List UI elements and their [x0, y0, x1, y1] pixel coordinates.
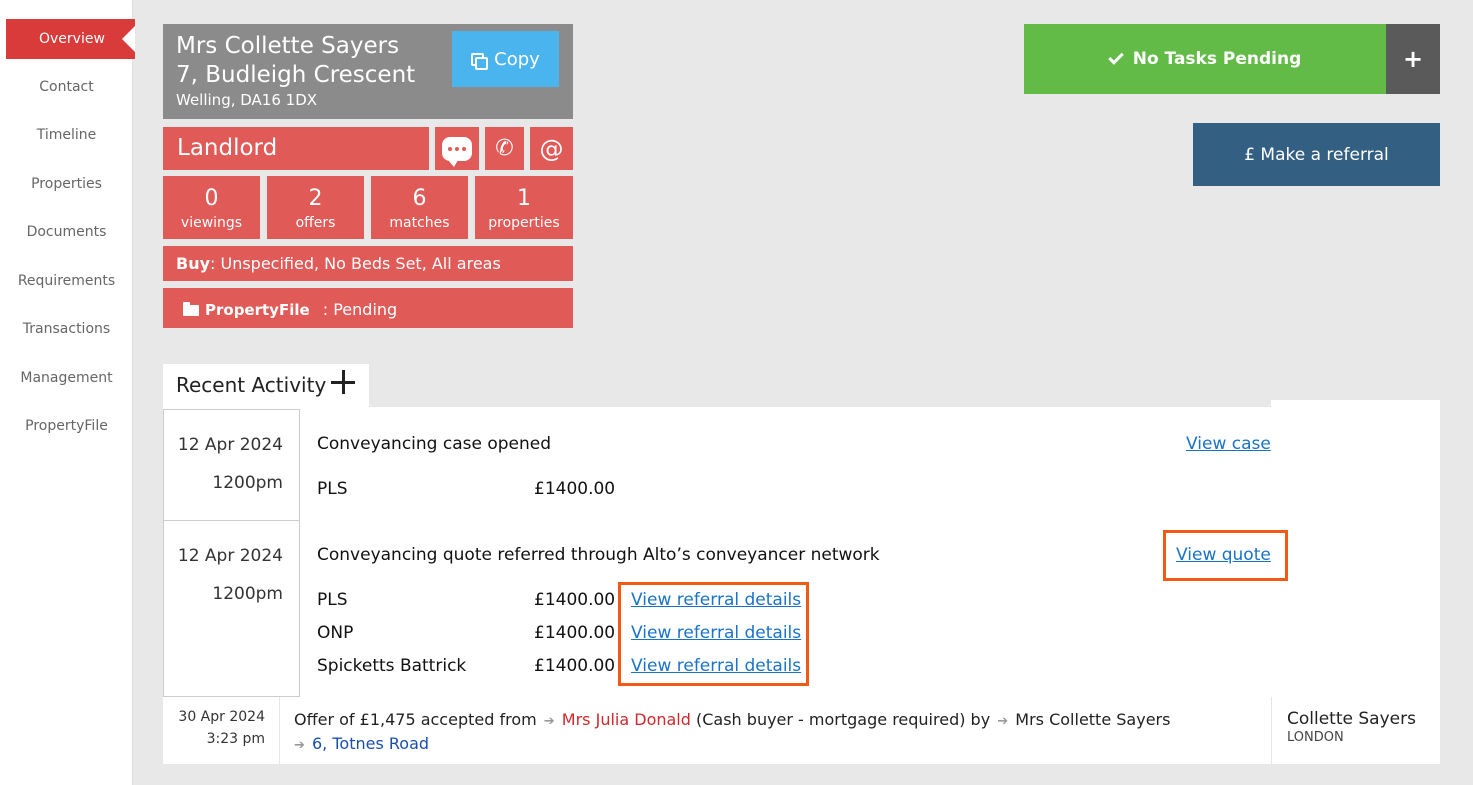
sidebar-item-label: Timeline: [36, 127, 97, 143]
offer-date: 30 Apr 2024: [178, 709, 265, 725]
firm-name: PLS: [317, 479, 348, 499]
sidebar-item-label: Contact: [39, 79, 94, 95]
view-quote-link[interactable]: View quote: [1176, 545, 1271, 565]
sidebar-item-label: Overview: [39, 31, 105, 47]
offer-text: Offer of £1,475 accepted from: [294, 710, 537, 729]
activity-time: 1200pm: [212, 584, 283, 604]
sidebar-item-documents[interactable]: Documents: [0, 213, 133, 251]
buy-requirements[interactable]: Buy: Unspecified, No Beds Set, All areas: [163, 246, 573, 281]
offer-activity-row: 30 Apr 2024 3:23 pm Offer of £1,475 acce…: [163, 697, 1440, 764]
copy-label: Copy: [494, 48, 540, 70]
offer-text: (Cash buyer - mortgage required) by: [696, 710, 991, 729]
stat-offers[interactable]: 2 offers: [267, 176, 364, 239]
firm-amount: £1400.00: [534, 623, 616, 643]
negotiator-office: LONDON: [1287, 730, 1344, 745]
arrow-right-icon: ➔: [543, 714, 555, 729]
contact-address-line1: 7, Budleigh Crescent: [176, 62, 416, 88]
stat-label: offers: [295, 215, 336, 231]
stat-viewings[interactable]: 0 viewings: [163, 176, 260, 239]
firm-amount: £1400.00: [534, 590, 616, 610]
arrow-right-icon: ➔: [997, 714, 1009, 729]
firm-name: PLS: [317, 590, 348, 610]
add-activity-icon[interactable]: [331, 370, 355, 394]
copy-button[interactable]: Copy: [452, 31, 559, 87]
stat-label: viewings: [180, 215, 243, 231]
stat-value: 6: [412, 186, 427, 211]
sidebar-item-label: PropertyFile: [25, 418, 108, 434]
recent-activity-tab: Recent Activity: [163, 364, 369, 409]
sidebar-item-contact[interactable]: Contact: [0, 68, 133, 106]
contact-name: Mrs Collette Sayers: [176, 33, 400, 59]
sidebar-item-management[interactable]: Management: [0, 359, 133, 397]
firm-name: ONP: [317, 623, 354, 643]
offer-negotiator: Collette Sayers LONDON: [1271, 697, 1440, 764]
contact-role: Landlord: [163, 127, 429, 170]
arrow-right-icon: ➔: [294, 738, 305, 753]
sidebar-item-properties[interactable]: Properties: [0, 165, 133, 203]
property-link[interactable]: 6, Totnes Road: [312, 734, 429, 753]
activity-date-box: 12 Apr 2024 1200pm: [163, 520, 300, 697]
firm-amount: £1400.00: [534, 479, 616, 499]
activity-date: 12 Apr 2024: [177, 546, 283, 566]
folder-icon: [183, 302, 199, 316]
call-button[interactable]: ✆: [485, 127, 524, 170]
sidebar-item-transactions[interactable]: Transactions: [0, 310, 133, 348]
at-icon: @: [539, 134, 564, 163]
contact-card-header: Mrs Collette Sayers 7, Budleigh Crescent…: [163, 24, 573, 119]
offer-date-cell: 30 Apr 2024 3:23 pm: [163, 697, 280, 764]
view-referral-details-link[interactable]: View referral details: [631, 623, 801, 643]
firm-name: Spicketts Battrick: [317, 656, 467, 676]
sidebar-item-label: Properties: [31, 176, 102, 192]
activity-time: 1200pm: [212, 473, 283, 493]
contact-address-line2: Welling, DA16 1DX: [176, 91, 318, 109]
tasks-label: No Tasks Pending: [1132, 49, 1302, 69]
sidebar-item-timeline[interactable]: Timeline: [0, 116, 133, 154]
view-referral-details-link[interactable]: View referral details: [631, 590, 801, 610]
sidebar-item-label: Transactions: [22, 321, 111, 337]
sidebar-item-label: Management: [20, 370, 113, 386]
activity-date: 12 Apr 2024: [177, 435, 283, 455]
message-button[interactable]: [435, 127, 479, 170]
sidebar-item-overview[interactable]: Overview: [6, 19, 135, 59]
stat-value: 1: [517, 186, 531, 211]
recent-activity-title: Recent Activity: [176, 373, 327, 397]
sidebar-item-requirements[interactable]: Requirements: [0, 262, 133, 300]
sidebar-item-label: Documents: [26, 224, 107, 240]
sidebar-item-label: Requirements: [17, 273, 116, 289]
stat-value: 0: [204, 186, 219, 211]
active-arrow-icon: [122, 26, 135, 52]
offer-time: 3:23 pm: [206, 731, 265, 747]
propertyfile-brand: PropertyFile: [205, 301, 310, 319]
activity-title: Conveyancing quote referred through Alto…: [317, 545, 880, 565]
view-case-link[interactable]: View case: [1186, 434, 1271, 454]
negotiator-name: Collette Sayers: [1287, 709, 1416, 729]
check-icon: [1107, 49, 1124, 65]
seller-link[interactable]: Mrs Collette Sayers: [1015, 710, 1170, 729]
buy-label: Buy: [176, 254, 211, 273]
make-referral-button[interactable]: £ Make a referral: [1193, 123, 1440, 186]
panel-top-strip: [1271, 400, 1440, 407]
sidebar: Overview Contact Timeline Properties Doc…: [0, 0, 135, 785]
copy-icon: [471, 52, 489, 70]
offer-description: Offer of £1,475 accepted from ➔ Mrs Juli…: [294, 709, 1170, 757]
stat-label: matches: [389, 215, 450, 231]
propertyfile-status-value: : Pending: [322, 300, 398, 319]
phone-icon: ✆: [495, 136, 514, 161]
chat-icon: [442, 136, 472, 167]
stat-value: 2: [308, 186, 323, 211]
buy-value: : Unspecified, No Beds Set, All areas: [210, 254, 501, 273]
propertyfile-status[interactable]: PropertyFile : Pending: [163, 288, 573, 328]
tasks-status-button[interactable]: No Tasks Pending: [1024, 24, 1386, 94]
stat-properties[interactable]: 1 properties: [475, 176, 573, 239]
stat-label: properties: [488, 215, 560, 231]
activity-date-box: 12 Apr 2024 1200pm: [163, 409, 300, 521]
email-button[interactable]: @: [530, 127, 573, 170]
firm-amount: £1400.00: [534, 656, 616, 676]
view-referral-details-link[interactable]: View referral details: [631, 656, 801, 676]
activity-title: Conveyancing case opened: [317, 434, 552, 454]
sidebar-item-propertyfile[interactable]: PropertyFile: [0, 407, 133, 445]
stat-matches[interactable]: 6 matches: [371, 176, 468, 239]
add-task-button[interactable]: +: [1386, 24, 1440, 94]
buyer-link[interactable]: Mrs Julia Donald: [562, 710, 691, 729]
